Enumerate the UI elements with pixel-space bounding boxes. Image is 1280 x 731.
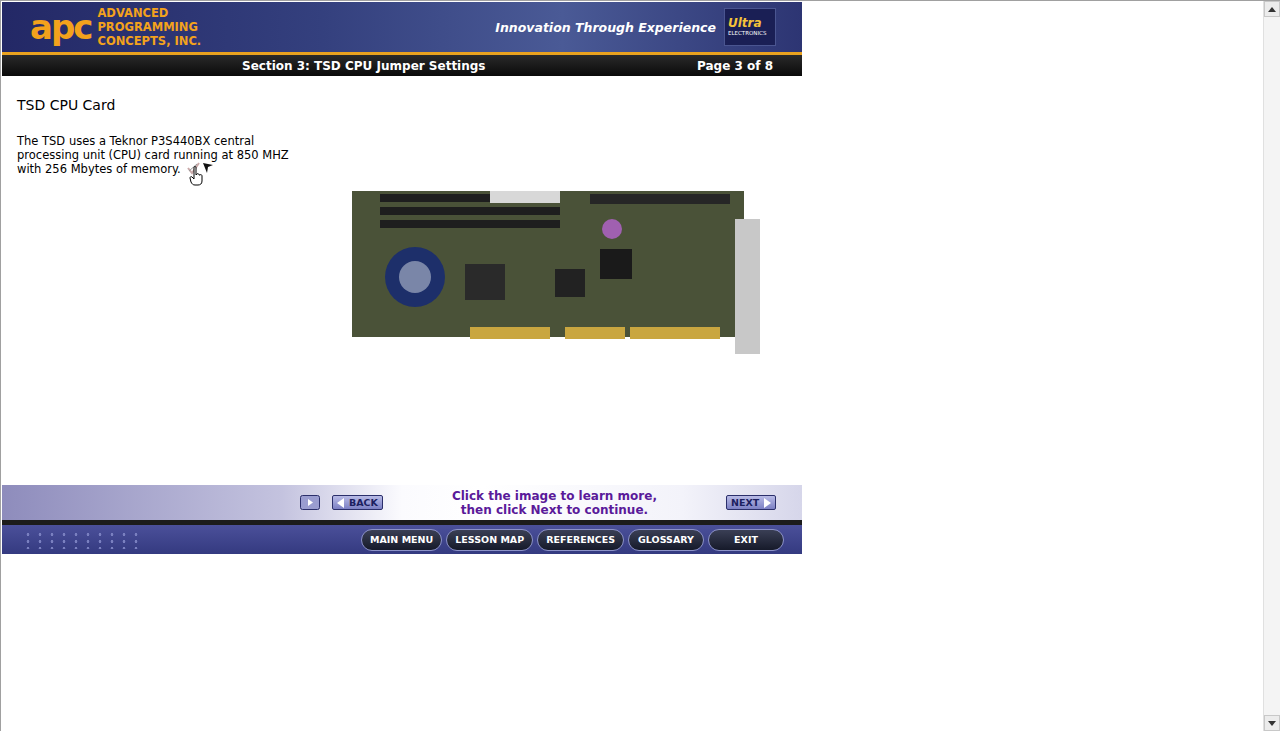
company-line: ADVANCED (97, 6, 201, 20)
content-area: TSD CPU Card The TSD uses a Teknor P3S440… (2, 76, 802, 485)
menu-button[interactable]: LESSON MAP (446, 529, 533, 551)
navigation-bar: BACK Click the image to learn more,then c… (2, 485, 802, 520)
scroll-down-button[interactable] (1264, 715, 1280, 731)
scroll-up-button[interactable] (1264, 1, 1280, 17)
instruction: Click the image to learn more,then click… (383, 489, 726, 517)
text-column: TSD CPU Card The TSD uses a Teknor P3S440… (2, 76, 350, 485)
menu-button[interactable]: EXIT (708, 529, 784, 551)
cpu-card-photo[interactable] (350, 189, 775, 366)
company-line: CONCEPTS, INC. (97, 34, 201, 48)
more-info-icons[interactable] (186, 162, 214, 175)
header: apcADVANCEDPROGRAMMINGCONCEPTS, INC.Inno… (2, 2, 802, 52)
toggle-button[interactable] (300, 495, 320, 510)
menu-buttons: MAIN MENULESSON MAPREFERENCESGLOSSARYEXI… (361, 529, 802, 551)
cpu-card-image (350, 189, 775, 366)
check-icon (186, 162, 200, 175)
menu-button[interactable]: MAIN MENU (361, 529, 442, 551)
company-logo: apcADVANCEDPROGRAMMINGCONCEPTS, INC. (2, 6, 201, 48)
next-button[interactable]: NEXT (726, 495, 776, 510)
instruction-line: Click the image to learn more, (383, 489, 726, 503)
dot-pattern (22, 531, 142, 549)
back-button[interactable]: BACK (332, 495, 383, 510)
tagline: Innovation Through Experience (495, 20, 724, 35)
description: The TSD uses a Teknor P3S440BX centralpr… (17, 134, 350, 176)
company-line: PROGRAMMING (97, 20, 201, 34)
course-frame: apcADVANCEDPROGRAMMINGCONCEPTS, INC.Inno… (2, 2, 802, 554)
left-arrow-icon (337, 498, 345, 508)
partner-logo: UltraELECTRONICS (724, 8, 776, 46)
description-text: The TSD uses a Teknor P3S440BX central (17, 134, 254, 148)
page-indicator: Page 3 of 8 (697, 59, 802, 73)
description-line: The TSD uses a Teknor P3S440BX central (17, 134, 350, 148)
next-label: NEXT (731, 497, 759, 508)
page: apcADVANCEDPROGRAMMINGCONCEPTS, INC.Inno… (1, 1, 1263, 731)
company-name: ADVANCEDPROGRAMMINGCONCEPTS, INC. (97, 6, 201, 48)
partner-sub: ELECTRONICS (728, 30, 766, 37)
arrow-icon (202, 162, 214, 174)
section-bar: Section 3: TSD CPU Jumper Settings Page 3… (2, 55, 802, 76)
image-column (350, 76, 775, 485)
panel-toggle-icon (300, 495, 320, 510)
hand-cursor-icon (189, 166, 203, 186)
description-text: with 256 Mbytes of memory. (17, 162, 181, 176)
up-arrow-icon (1268, 7, 1276, 12)
back-label: BACK (349, 497, 378, 508)
partner-name: Ultra (728, 17, 762, 30)
right-arrow-icon (763, 498, 771, 508)
description-text: processing unit (CPU) card running at 85… (17, 148, 289, 162)
menu-bar: MAIN MENULESSON MAPREFERENCESGLOSSARYEXI… (2, 525, 802, 554)
menu-button[interactable]: REFERENCES (537, 529, 624, 551)
vertical-scrollbar[interactable] (1263, 1, 1280, 731)
description-line: processing unit (CPU) card running at 85… (17, 148, 350, 162)
down-arrow-icon (1268, 721, 1276, 726)
description-line: with 256 Mbytes of memory. (17, 162, 350, 176)
section-title: Section 3: TSD CPU Jumper Settings (2, 59, 486, 73)
logo-mark: apc (30, 10, 91, 44)
instruction-line: then click Next to continue. (383, 503, 726, 517)
page-heading: TSD CPU Card (17, 97, 350, 113)
menu-button[interactable]: GLOSSARY (628, 529, 704, 551)
